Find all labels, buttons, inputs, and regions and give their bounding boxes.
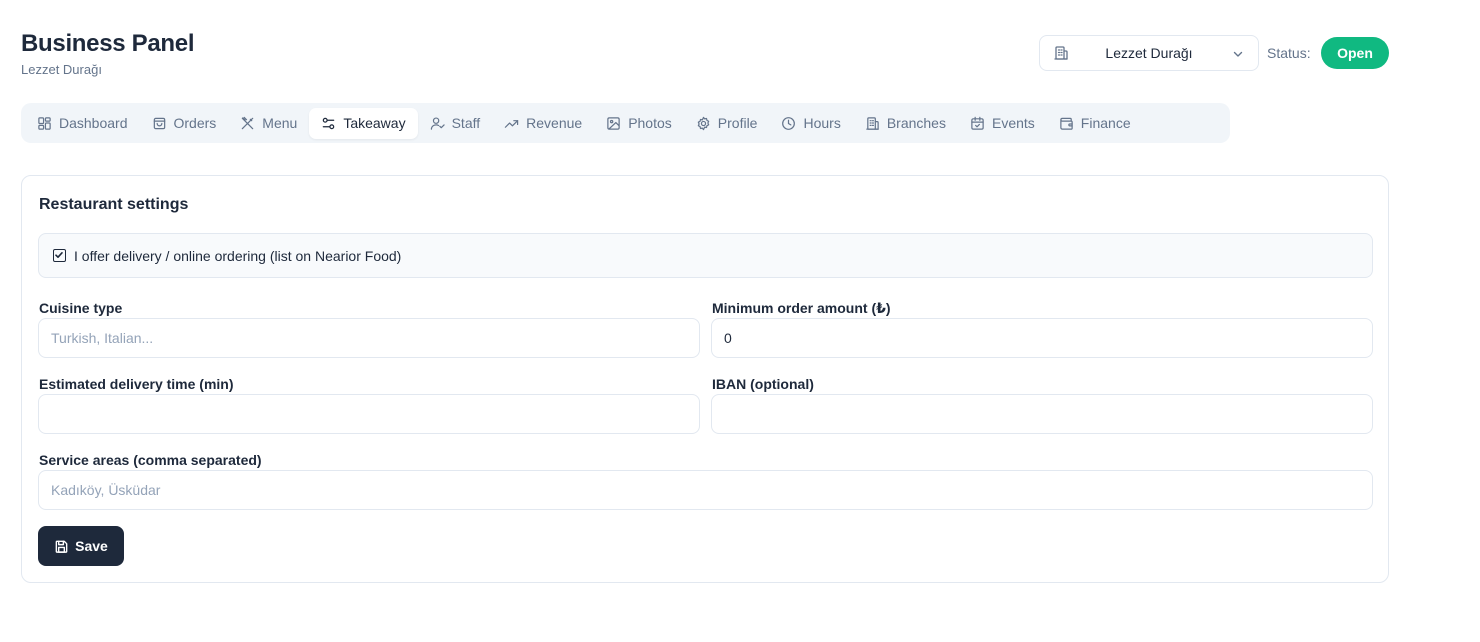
page-title: Business Panel — [21, 30, 195, 57]
restaurant-settings-card: Restaurant settings I offer delivery / o… — [21, 175, 1389, 583]
page-header: Business Panel Lezzet Durağı — [21, 30, 195, 78]
image-icon — [607, 116, 620, 130]
tab-label: Dashboard — [59, 115, 128, 131]
tab-bar: Dashboard Orders Menu Takeaway Staff Rev… — [21, 103, 1230, 143]
building-icon — [866, 116, 879, 130]
branch-select-value: Lezzet Durağı — [1105, 45, 1193, 61]
tab-label: Menu — [262, 115, 298, 131]
tab-label: Profile — [717, 115, 758, 131]
tab-dashboard[interactable]: Dashboard — [25, 108, 140, 139]
tab-label: Finance — [1080, 115, 1131, 131]
wallet-icon — [1060, 117, 1073, 130]
tab-staff[interactable]: Staff — [418, 108, 493, 139]
tab-revenue[interactable]: Revenue — [492, 108, 594, 139]
service-areas-label: Service areas (comma separated) — [39, 452, 262, 468]
min-order-label: Minimum order amount (₺) — [712, 300, 891, 316]
user-check-icon — [430, 116, 445, 130]
tab-label: Events — [991, 115, 1035, 131]
save-button-label: Save — [75, 538, 108, 554]
tab-hours[interactable]: Hours — [769, 108, 852, 139]
tab-orders[interactable]: Orders — [140, 108, 229, 139]
gear-icon — [697, 116, 710, 130]
bag-icon — [153, 117, 165, 129]
tab-label: Revenue — [526, 115, 583, 131]
chevron-down-icon — [1231, 47, 1245, 61]
tab-finance[interactable]: Finance — [1047, 108, 1143, 139]
utensils-icon — [242, 116, 254, 129]
trending-up-icon — [504, 119, 519, 128]
tab-label: Branches — [886, 115, 946, 131]
delivery-checkbox-label: I offer delivery / online ordering (list… — [74, 247, 402, 264]
delivery-time-label: Estimated delivery time (min) — [39, 376, 234, 392]
iban-label: IBAN (optional) — [712, 376, 814, 392]
page-subtitle: Lezzet Durağı — [21, 62, 102, 77]
check-icon — [55, 252, 63, 258]
tab-label: Hours — [803, 115, 841, 131]
service-areas-input[interactable] — [38, 470, 1373, 510]
clock-icon — [782, 116, 796, 130]
tab-profile[interactable]: Profile — [684, 108, 770, 139]
calendar-icon — [971, 116, 984, 130]
delivery-checkbox[interactable] — [53, 249, 66, 262]
dashboard-icon — [38, 116, 51, 130]
save-button[interactable]: Save — [38, 526, 124, 566]
tab-branches[interactable]: Branches — [853, 108, 958, 139]
sliders-icon — [323, 117, 335, 129]
tab-photos[interactable]: Photos — [594, 108, 684, 139]
tab-takeaway[interactable]: Takeaway — [309, 107, 418, 139]
delivery-option-row[interactable]: I offer delivery / online ordering (list… — [38, 233, 1373, 278]
delivery-time-input[interactable] — [38, 394, 700, 434]
tab-menu[interactable]: Menu — [228, 108, 309, 139]
tab-label: Takeaway — [343, 115, 406, 131]
tab-label: Photos — [628, 115, 672, 131]
branch-select[interactable]: Lezzet Durağı — [1039, 35, 1259, 71]
cuisine-label: Cuisine type — [39, 300, 123, 316]
tab-events[interactable]: Events — [958, 108, 1047, 139]
status-label: Status: — [1267, 45, 1311, 61]
status-badge[interactable]: Open — [1321, 37, 1389, 69]
iban-input[interactable] — [711, 394, 1373, 434]
card-title: Restaurant settings — [39, 196, 189, 213]
save-icon — [55, 540, 68, 553]
tab-label: Orders — [173, 115, 217, 131]
cuisine-input[interactable] — [38, 318, 700, 358]
min-order-input[interactable] — [711, 318, 1373, 358]
tab-label: Staff — [451, 115, 481, 131]
